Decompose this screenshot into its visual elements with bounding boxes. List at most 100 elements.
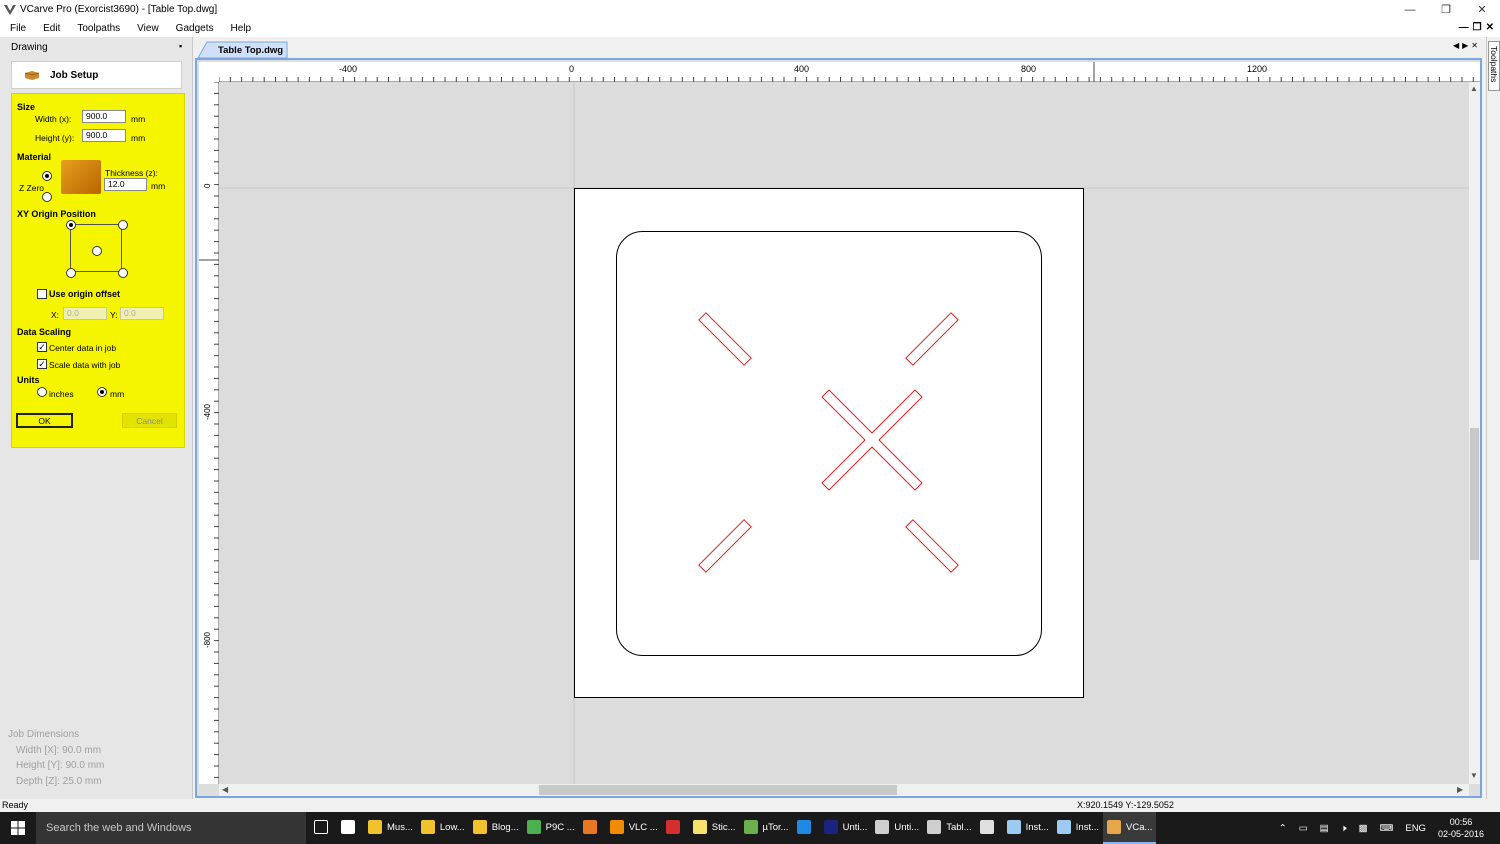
- units-inches-radio[interactable]: [37, 387, 47, 397]
- drawing-canvas[interactable]: [219, 82, 1469, 784]
- restore-icon[interactable]: ❐: [1428, 0, 1464, 19]
- taskbar-app-button[interactable]: VLC ...: [606, 812, 662, 844]
- taskbar-app-button[interactable]: Inst...: [1003, 812, 1053, 844]
- scroll-up-icon[interactable]: ▲: [1470, 84, 1478, 93]
- app-icon: [582, 820, 597, 834]
- taskbar-app-label: VLC ...: [628, 821, 658, 833]
- origin-center-radio[interactable]: [92, 246, 102, 256]
- taskbar-app-button[interactable]: Tabl...: [923, 812, 975, 844]
- material-sheet: [574, 188, 1084, 698]
- vertical-scrollbar[interactable]: ▲ ▼: [1469, 82, 1480, 784]
- center-data-checkbox[interactable]: ✓: [37, 342, 47, 352]
- offset-x-label: X:: [51, 310, 60, 320]
- units-mm-radio[interactable]: [97, 387, 107, 397]
- scale-data-checkbox[interactable]: ✓: [37, 359, 47, 369]
- minimize-icon[interactable]: —: [1392, 0, 1428, 19]
- app-icon: [875, 820, 890, 834]
- close-icon[interactable]: ✕: [1464, 0, 1500, 19]
- store-button[interactable]: [337, 812, 364, 844]
- origin-bottom-left-radio[interactable]: [66, 268, 76, 278]
- width-label: Width (x):: [35, 114, 72, 124]
- job-dimensions-title: Job Dimensions: [8, 729, 80, 740]
- job-setup-tab[interactable]: Job Setup: [11, 61, 182, 89]
- material-heading: Material: [17, 152, 52, 162]
- keyboard-icon[interactable]: ⌨: [1380, 823, 1394, 834]
- ruler-corner: [199, 62, 219, 82]
- taskbar-app-button[interactable]: Mus...: [364, 812, 417, 844]
- taskbar-app-button[interactable]: [976, 812, 1003, 844]
- offset-y-input[interactable]: 0.0: [120, 307, 164, 320]
- toolpaths-tab[interactable]: Toolpaths: [1488, 41, 1500, 91]
- mdi-close-icon[interactable]: ✕: [1486, 22, 1494, 33]
- clock[interactable]: 00:56 02-05-2016: [1438, 816, 1484, 840]
- use-origin-offset-checkbox[interactable]: [37, 289, 47, 299]
- vertical-scroll-thumb[interactable]: [1470, 428, 1479, 560]
- tab-nav-arrows[interactable]: ◀▶✕: [1453, 41, 1481, 50]
- app-icon: [743, 820, 758, 834]
- mdi-minimize-icon[interactable]: —: [1459, 22, 1469, 33]
- ok-button[interactable]: OK: [16, 413, 73, 428]
- taskbar-search-box[interactable]: Search the web and Windows: [36, 812, 306, 844]
- taskbar-app-button[interactable]: VCa...: [1103, 812, 1157, 844]
- notification-icon[interactable]: ▩: [1359, 823, 1368, 834]
- height-input[interactable]: 900.0: [82, 129, 126, 142]
- origin-bottom-right-radio[interactable]: [118, 268, 128, 278]
- thickness-unit: mm: [151, 181, 166, 191]
- network-icon[interactable]: ▤: [1320, 823, 1329, 834]
- menu-view[interactable]: View: [127, 23, 166, 34]
- horizontal-scroll-thumb[interactable]: [539, 785, 897, 795]
- material-block-preview: [61, 160, 101, 194]
- store-icon: [341, 820, 355, 834]
- taskbar-app-button[interactable]: Unti...: [820, 812, 872, 844]
- scroll-left-icon[interactable]: ◀: [222, 785, 228, 794]
- material-block-icon: [24, 71, 40, 80]
- menu-gadgets[interactable]: Gadgets: [166, 23, 221, 34]
- size-heading: Size: [17, 102, 36, 112]
- z-zero-bottom-radio[interactable]: [42, 192, 52, 202]
- z-zero-label: Z Zero: [19, 183, 45, 193]
- volume-icon[interactable]: 🕨: [1341, 823, 1347, 834]
- cancel-button[interactable]: Cancel: [122, 413, 177, 428]
- taskbar-app-button[interactable]: Stic...: [689, 812, 740, 844]
- taskbar-app-button[interactable]: [793, 812, 820, 844]
- taskbar-app-button[interactable]: Inst...: [1053, 812, 1103, 844]
- taskbar-app-button[interactable]: Low...: [417, 812, 469, 844]
- toolpaths-sidebar: Toolpaths: [1486, 37, 1500, 799]
- taskbar-app-button[interactable]: µTor...: [740, 812, 793, 844]
- pin-icon[interactable]: ▪: [179, 41, 182, 51]
- task-view-button[interactable]: [310, 812, 337, 844]
- taskbar-app-label: Inst...: [1075, 821, 1100, 833]
- menu-file[interactable]: File: [0, 23, 33, 34]
- hruler-label: 0: [569, 64, 574, 74]
- battery-icon[interactable]: ▭: [1299, 823, 1308, 834]
- taskbar-app-button[interactable]: Blog...: [469, 812, 523, 844]
- taskbar-app-label: Mus...: [387, 821, 413, 833]
- menu-help[interactable]: Help: [220, 23, 258, 34]
- origin-top-left-radio[interactable]: [66, 220, 76, 230]
- menu-edit[interactable]: Edit: [33, 23, 67, 34]
- taskbar-app-label: Tabl...: [946, 821, 972, 833]
- menu-toolpaths[interactable]: Toolpaths: [67, 23, 127, 34]
- horizontal-scrollbar[interactable]: ◀ ▶: [219, 784, 1469, 796]
- tray-chevron-icon[interactable]: ⌃: [1279, 823, 1287, 834]
- origin-top-right-radio[interactable]: [118, 220, 128, 230]
- taskbar-app-label: µTor...: [762, 821, 789, 833]
- taskbar-app-button[interactable]: [579, 812, 606, 844]
- mdi-restore-icon[interactable]: ❐: [1473, 22, 1482, 33]
- start-button[interactable]: [0, 812, 36, 844]
- language-indicator[interactable]: ENG: [1405, 823, 1426, 834]
- offset-x-input[interactable]: 0.0: [63, 307, 107, 320]
- taskbar-app-label: VCa...: [1126, 821, 1153, 833]
- taskbar-app-label: Inst...: [1025, 821, 1049, 833]
- thickness-label: Thickness (z):: [105, 168, 158, 178]
- scroll-down-icon[interactable]: ▼: [1470, 771, 1478, 780]
- thickness-input[interactable]: 12.0: [104, 178, 147, 191]
- use-origin-offset-label: Use origin offset: [49, 289, 121, 299]
- taskbar-app-button[interactable]: Unti...: [871, 812, 923, 844]
- taskbar-app-button[interactable]: P9C ...: [523, 812, 579, 844]
- z-zero-top-radio[interactable]: [42, 171, 52, 181]
- taskbar-app-button[interactable]: [662, 812, 689, 844]
- scroll-right-icon[interactable]: ▶: [1457, 785, 1463, 794]
- job-setup-label: Job Setup: [50, 69, 99, 81]
- width-input[interactable]: 900.0: [82, 110, 126, 123]
